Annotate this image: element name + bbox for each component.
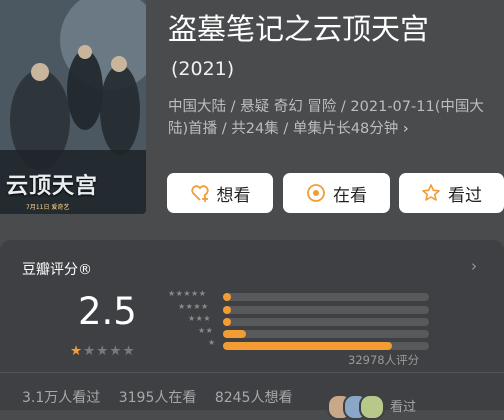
release-year: (2021) bbox=[171, 58, 235, 80]
distribution-bar-fill bbox=[223, 342, 392, 350]
avatar bbox=[359, 394, 385, 420]
distribution-stars-label: ★★★★ bbox=[178, 302, 209, 311]
star-filled-icon: ★ bbox=[70, 343, 84, 359]
distribution-bar-track bbox=[223, 330, 429, 338]
rating-distribution-row: ★★★★★ bbox=[165, 289, 435, 302]
star-empty-icon: ★ bbox=[96, 343, 110, 359]
poster-image[interactable]: 云顶天宫 7月11日 爱奇艺 bbox=[0, 0, 146, 214]
meta-text: 中国大陆 / 悬疑 奇幻 冒险 / 2021-07-11(中国大陆)首播 / 共… bbox=[168, 99, 484, 137]
movie-meta-info[interactable]: 中国大陆 / 悬疑 奇幻 冒险 / 2021-07-11(中国大陆)首播 / 共… bbox=[168, 96, 498, 140]
distribution-stars-label: ★ bbox=[208, 338, 216, 347]
watching-button[interactable]: 在看 bbox=[283, 173, 390, 213]
distribution-bar-track bbox=[223, 318, 429, 326]
heart-plus-icon bbox=[190, 185, 209, 202]
distribution-stars-label: ★★ bbox=[198, 326, 214, 335]
star-outline-icon bbox=[422, 184, 440, 201]
divider bbox=[0, 372, 504, 373]
friends-watched-label[interactable]: 看过 bbox=[390, 396, 416, 415]
star-empty-icon: ★ bbox=[83, 343, 97, 359]
chevron-right-icon[interactable]: › bbox=[471, 257, 477, 275]
distribution-bar-track bbox=[223, 342, 429, 350]
rating-card-title: 豆瓣评分® bbox=[22, 262, 92, 278]
distribution-stars-label: ★★★ bbox=[188, 314, 212, 323]
want-count: 8245人想看 bbox=[214, 390, 293, 406]
star-empty-icon: ★ bbox=[122, 343, 136, 359]
watched-count: 3.1万人看过 bbox=[22, 390, 101, 406]
rating-stars: ★★★★★ bbox=[70, 343, 136, 359]
want-label: 想看 bbox=[216, 185, 251, 206]
rating-count: 32978人评分 bbox=[348, 353, 420, 367]
chevron-right-icon: › bbox=[402, 121, 409, 137]
watch-stats: 3.1万人看过 3195人在看 8245人想看 bbox=[22, 387, 306, 407]
star-empty-icon: ★ bbox=[109, 343, 123, 359]
watching-label: 在看 bbox=[333, 185, 367, 206]
poster-title: 云顶天宫 bbox=[6, 173, 99, 199]
distribution-bar-fill bbox=[223, 330, 246, 338]
watching-circle-icon bbox=[307, 184, 325, 202]
distribution-bar-track bbox=[223, 293, 429, 301]
page-title: 盗墓笔记之云顶天宫 bbox=[168, 12, 430, 46]
distribution-bar-fill bbox=[223, 306, 231, 314]
watched-button[interactable]: 看过 bbox=[399, 173, 504, 213]
rating-score: 2.5 bbox=[78, 290, 137, 333]
distribution-bar-fill bbox=[223, 293, 231, 301]
rating-distribution-row: ★★ bbox=[165, 326, 435, 339]
watched-label: 看过 bbox=[448, 185, 482, 206]
distribution-bar-fill bbox=[223, 318, 231, 326]
poster-date: 7月11日 爱奇艺 bbox=[26, 204, 70, 211]
rating-distribution-row: ★ bbox=[165, 338, 435, 351]
distribution-stars-label: ★★★★★ bbox=[168, 289, 207, 298]
distribution-bar-track bbox=[223, 306, 429, 314]
want-to-watch-button[interactable]: 想看 bbox=[167, 173, 273, 213]
watching-count: 3195人在看 bbox=[118, 390, 197, 406]
